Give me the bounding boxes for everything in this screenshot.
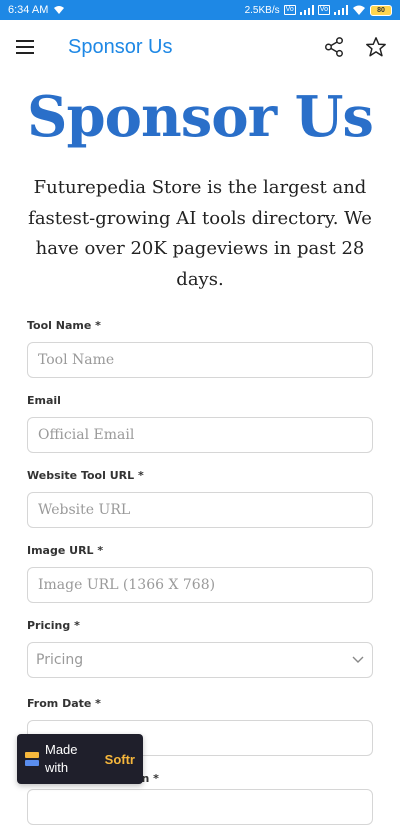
tool-name-input[interactable]: Tool Name [27,342,373,378]
hamburger-menu-icon[interactable] [16,34,42,60]
email-input[interactable]: Official Email [27,417,373,453]
status-bar: 6:34 AM 2.5KB/s Vo Vo 80 [0,0,400,20]
placeholder: Website URL [38,502,131,518]
sponsor-form: Tool Name * Tool Name Email Official Ema… [27,318,373,825]
signal-icon-2 [334,5,348,15]
badge-brand: Softr [104,751,135,767]
chevron-down-icon [352,656,364,663]
image-url-input[interactable]: Image URL (1366 X 768) [27,567,373,603]
intro-text: Futurepedia Store is the largest and fas… [28,177,372,290]
select-value: Pricing [36,652,84,668]
pricing-select[interactable]: Pricing [27,642,373,678]
image-url-field: Image URL * Image URL (1366 X 768) [27,543,373,618]
field-label: Image URL * [27,544,104,557]
battery-icon: 80 [370,4,392,16]
badge-made: Made [45,742,78,757]
description-input[interactable] [27,789,373,825]
net-speed: 2.5KB/s [244,4,280,16]
made-with-softr-badge[interactable]: Made with Softr [17,734,143,784]
website-url-input[interactable]: Website URL [27,492,373,528]
softr-logo-icon [25,752,39,766]
field-label: Email [27,394,61,407]
website-url-field: Website Tool URL * Website URL [27,468,373,543]
badge-with: with [45,760,69,775]
placeholder: Official Email [38,427,135,443]
wifi-icon-right [353,5,365,15]
volte-badge-1: Vo [283,5,296,15]
app-bar: Sponsor Us [0,20,400,74]
field-label: From Date * [27,697,101,710]
badge-text: Made with [45,741,78,777]
wifi-icon [54,6,65,14]
field-label: Website Tool URL * [27,469,144,482]
placeholder: Image URL (1366 X 768) [38,577,216,593]
field-label: Pricing * [27,619,80,632]
signal-icon-1 [299,5,314,15]
app-bar-title: Sponsor Us [68,35,173,58]
page-title: Sponsor Us [27,84,374,150]
field-label: Tool Name * [27,319,101,332]
pricing-field: Pricing * Pricing [27,618,373,696]
volte-badge-2: Vo [317,5,330,15]
share-icon[interactable] [322,35,346,59]
placeholder: Tool Name [38,352,115,368]
tool-name-field: Tool Name * Tool Name [27,318,373,393]
email-field: Email Official Email [27,393,373,468]
star-icon[interactable] [364,35,388,59]
clock: 6:34 AM [8,4,49,16]
